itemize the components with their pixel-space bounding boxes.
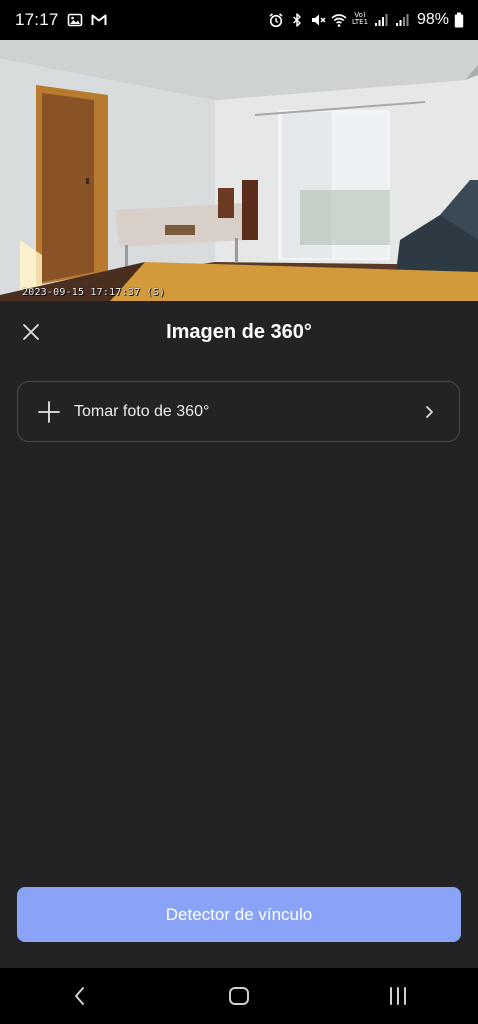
wifi-icon xyxy=(331,12,347,28)
lte-icon: Vo) LTE1 xyxy=(351,11,369,26)
mute-icon xyxy=(310,12,326,28)
home-icon xyxy=(228,987,249,1005)
signal-icon xyxy=(373,12,389,28)
take-360-photo-label: Tomar foto de 360° xyxy=(74,402,210,420)
camera-timestamp: 2023-09-15 17:17:37 (S) xyxy=(22,287,166,298)
plus-icon xyxy=(38,400,60,423)
recents-button[interactable] xyxy=(368,976,428,1016)
camera-preview[interactable]: 2023-09-15 17:17:37 (S) xyxy=(0,40,478,301)
header: Imagen de 360° xyxy=(0,301,478,365)
take-360-photo-button[interactable]: Tomar foto de 360° xyxy=(17,381,460,442)
bluetooth-icon xyxy=(289,12,305,28)
chevron-right-icon xyxy=(426,405,433,418)
recents-icon xyxy=(390,987,407,1005)
back-button[interactable] xyxy=(50,976,110,1016)
image-icon xyxy=(67,12,83,28)
battery-percent: 98% xyxy=(416,11,449,28)
link-detector-button[interactable]: Detector de vínculo xyxy=(17,887,461,942)
status-right: Vo) LTE1 98% xyxy=(268,11,464,29)
camera-scene xyxy=(0,40,478,301)
page-title: Imagen de 360° xyxy=(166,321,312,343)
battery-icon xyxy=(454,12,464,28)
status-bar: 17:17 Vo) LTE1 98% xyxy=(0,0,478,40)
system-nav-bar xyxy=(0,968,478,1024)
signal-icon-2 xyxy=(394,12,410,28)
status-time: 17:17 xyxy=(15,10,59,29)
home-button[interactable] xyxy=(209,976,269,1016)
alarm-icon xyxy=(268,12,284,28)
gmail-icon xyxy=(91,12,107,28)
status-left: 17:17 xyxy=(15,10,107,30)
back-icon xyxy=(74,987,84,1005)
